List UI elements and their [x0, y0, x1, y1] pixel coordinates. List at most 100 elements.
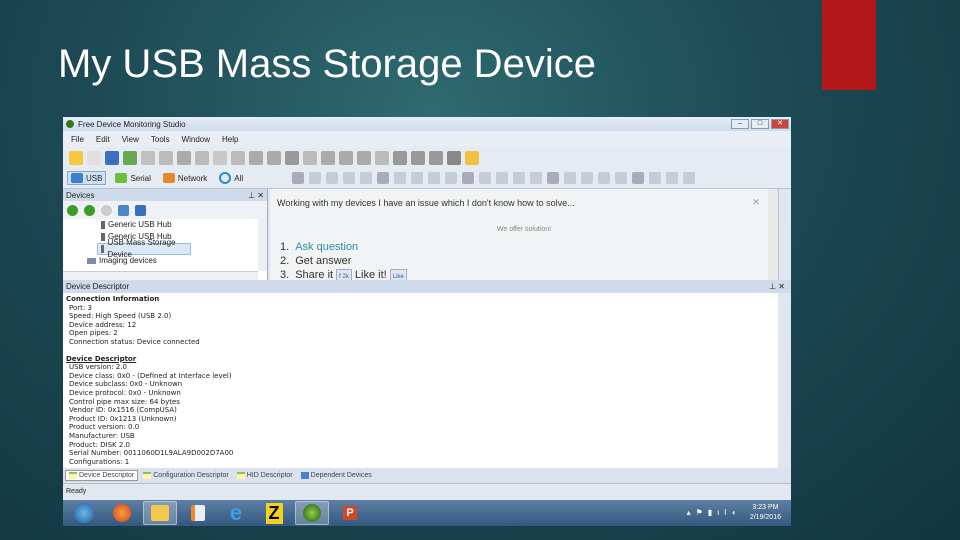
close-button[interactable]: ✕	[771, 119, 789, 129]
firefox-icon[interactable]	[105, 501, 139, 525]
tab-dependent-devices[interactable]: Dependent Devices	[298, 471, 375, 480]
toolbar-button-icon[interactable]	[177, 150, 191, 165]
toolbar-button-icon[interactable]	[105, 150, 119, 165]
toolbar-button-icon[interactable]	[411, 172, 424, 184]
toolbar-button-icon[interactable]	[547, 172, 560, 184]
toolbar-button-icon[interactable]	[343, 172, 356, 184]
menu-help[interactable]: Help	[222, 135, 238, 144]
toolbar-button-icon[interactable]	[309, 172, 322, 184]
toolbar-button-icon[interactable]	[213, 150, 227, 165]
tab-hid-descriptor[interactable]: HID Descriptor	[234, 471, 296, 480]
descriptor-row: Serial Number: 0011060D1L9ALA9D002D7A00	[69, 449, 234, 458]
tab-usb[interactable]: USB	[67, 171, 107, 185]
powerpoint-icon[interactable]: P	[333, 501, 367, 525]
media-player-icon[interactable]	[181, 501, 215, 525]
tree-item-selected[interactable]: USB Mass Storage Device	[97, 238, 191, 259]
tab-serial[interactable]: Serial	[112, 172, 153, 184]
toolbar-button-icon[interactable]	[326, 172, 339, 184]
menu-edit[interactable]: Edit	[96, 135, 110, 144]
toolbar-button-icon[interactable]	[393, 150, 407, 165]
toolbar-button-icon[interactable]	[598, 172, 611, 184]
toolbar-button-icon[interactable]	[357, 150, 371, 165]
toolbar-button-icon[interactable]	[321, 150, 335, 165]
toolbar-button-icon[interactable]	[360, 172, 373, 184]
toolbar-button-icon[interactable]	[303, 150, 317, 165]
tab-device-descriptor[interactable]: Device Descriptor	[65, 470, 139, 481]
toolbar-button-icon[interactable]	[445, 172, 458, 184]
toolbar-button-icon[interactable]	[615, 172, 628, 184]
toolbar-button-icon[interactable]	[231, 150, 245, 165]
descriptor-row: Control pipe max size: 64 bytes	[69, 397, 180, 406]
toolbar-button-icon[interactable]	[249, 150, 263, 165]
toolbar-button-icon[interactable]	[632, 172, 645, 184]
toolbar-button-icon[interactable]	[87, 150, 101, 165]
menu-view[interactable]: View	[122, 135, 139, 144]
pane-close-button[interactable]: ✕	[257, 191, 264, 200]
taskbar: e Z P ▴⚑▮ıl◖ 3:23 PM 2/19/2016	[63, 500, 791, 526]
toolbar-button-icon[interactable]	[375, 150, 389, 165]
ask-question-link[interactable]: Ask question	[295, 241, 358, 253]
toolbar-button-icon[interactable]	[513, 172, 526, 184]
start-icon[interactable]	[84, 204, 95, 216]
start-button[interactable]	[67, 501, 101, 525]
toolbar-button-icon[interactable]	[530, 172, 543, 184]
toolbar-button-icon[interactable]	[666, 172, 679, 184]
tab-network[interactable]: Network	[160, 172, 210, 184]
explorer-icon[interactable]	[143, 501, 177, 525]
like-button[interactable]: Like	[389, 269, 407, 280]
toolbar-button-icon[interactable]	[581, 172, 594, 184]
toolbar-button-icon[interactable]	[285, 150, 299, 165]
z-app-icon[interactable]: Z	[257, 501, 291, 525]
support-close-button[interactable]: ✕	[752, 197, 760, 208]
devices-hscrollbar[interactable]	[63, 271, 258, 280]
facebook-share-button[interactable]: f 2k	[336, 269, 352, 280]
toolbar-button-icon[interactable]	[394, 172, 407, 184]
toolbar-button-icon[interactable]	[496, 172, 509, 184]
usb-plug-icon	[101, 245, 105, 253]
toolbar-button-icon[interactable]	[429, 150, 443, 165]
tab-configuration-descriptor[interactable]: Configuration Descriptor	[140, 471, 231, 480]
menu-file[interactable]: File	[71, 135, 84, 144]
add-device-icon[interactable]	[67, 204, 78, 216]
toolbar-button-icon[interactable]	[339, 150, 353, 165]
toolbar-button-icon[interactable]	[195, 150, 209, 165]
toolbar-button-icon[interactable]	[159, 150, 173, 165]
support-panel: Working with my devices I have an issue …	[270, 189, 778, 280]
toolbar-button-icon[interactable]	[141, 150, 155, 165]
tree-item[interactable]: Generic USB Hub	[63, 219, 267, 231]
maximize-button[interactable]: □	[751, 119, 769, 129]
new-session-icon[interactable]	[135, 204, 146, 216]
usb-plug-icon	[101, 233, 105, 241]
pin-button[interactable]: ⊥	[248, 191, 255, 200]
devices-scrollbar[interactable]	[258, 219, 267, 271]
pin-button[interactable]: ⊥	[769, 282, 776, 291]
toolbar-button-icon[interactable]	[411, 150, 425, 165]
properties-icon[interactable]	[118, 204, 129, 216]
pane-close-button[interactable]: ✕	[778, 282, 785, 291]
toolbar-button-icon[interactable]	[123, 150, 137, 165]
support-scrollbar[interactable]	[768, 189, 778, 280]
toolbar-button-icon[interactable]	[683, 172, 696, 184]
toolbar-button-icon[interactable]	[462, 172, 475, 184]
tray-icons[interactable]: ▴⚑▮ıl◖	[687, 508, 741, 517]
minimize-button[interactable]: –	[731, 119, 749, 129]
toolbar-button-icon[interactable]	[428, 172, 441, 184]
serial-icon	[115, 173, 128, 183]
menu-window[interactable]: Window	[182, 135, 210, 144]
toolbar-button-icon[interactable]	[447, 150, 461, 165]
toolbar-button-icon[interactable]	[649, 172, 662, 184]
toolbar-button-icon[interactable]	[377, 172, 390, 184]
toolbar-button-icon[interactable]	[292, 172, 305, 184]
clock[interactable]: 3:23 PM 2/19/2016	[750, 503, 781, 523]
internet-explorer-icon[interactable]: e	[219, 500, 253, 525]
stop-icon[interactable]	[101, 204, 112, 216]
menu-tools[interactable]: Tools	[151, 135, 170, 144]
toolbar-button-icon[interactable]	[465, 150, 479, 165]
device-toolbar: USB Serial Network All	[63, 168, 791, 189]
tab-all[interactable]: All	[216, 171, 246, 185]
toolbar-button-icon[interactable]	[267, 150, 281, 165]
monitoring-studio-icon[interactable]	[295, 501, 329, 525]
toolbar-button-icon[interactable]	[564, 172, 577, 184]
toolbar-button-icon[interactable]	[479, 172, 492, 184]
toolbar-button-icon[interactable]	[69, 150, 83, 165]
